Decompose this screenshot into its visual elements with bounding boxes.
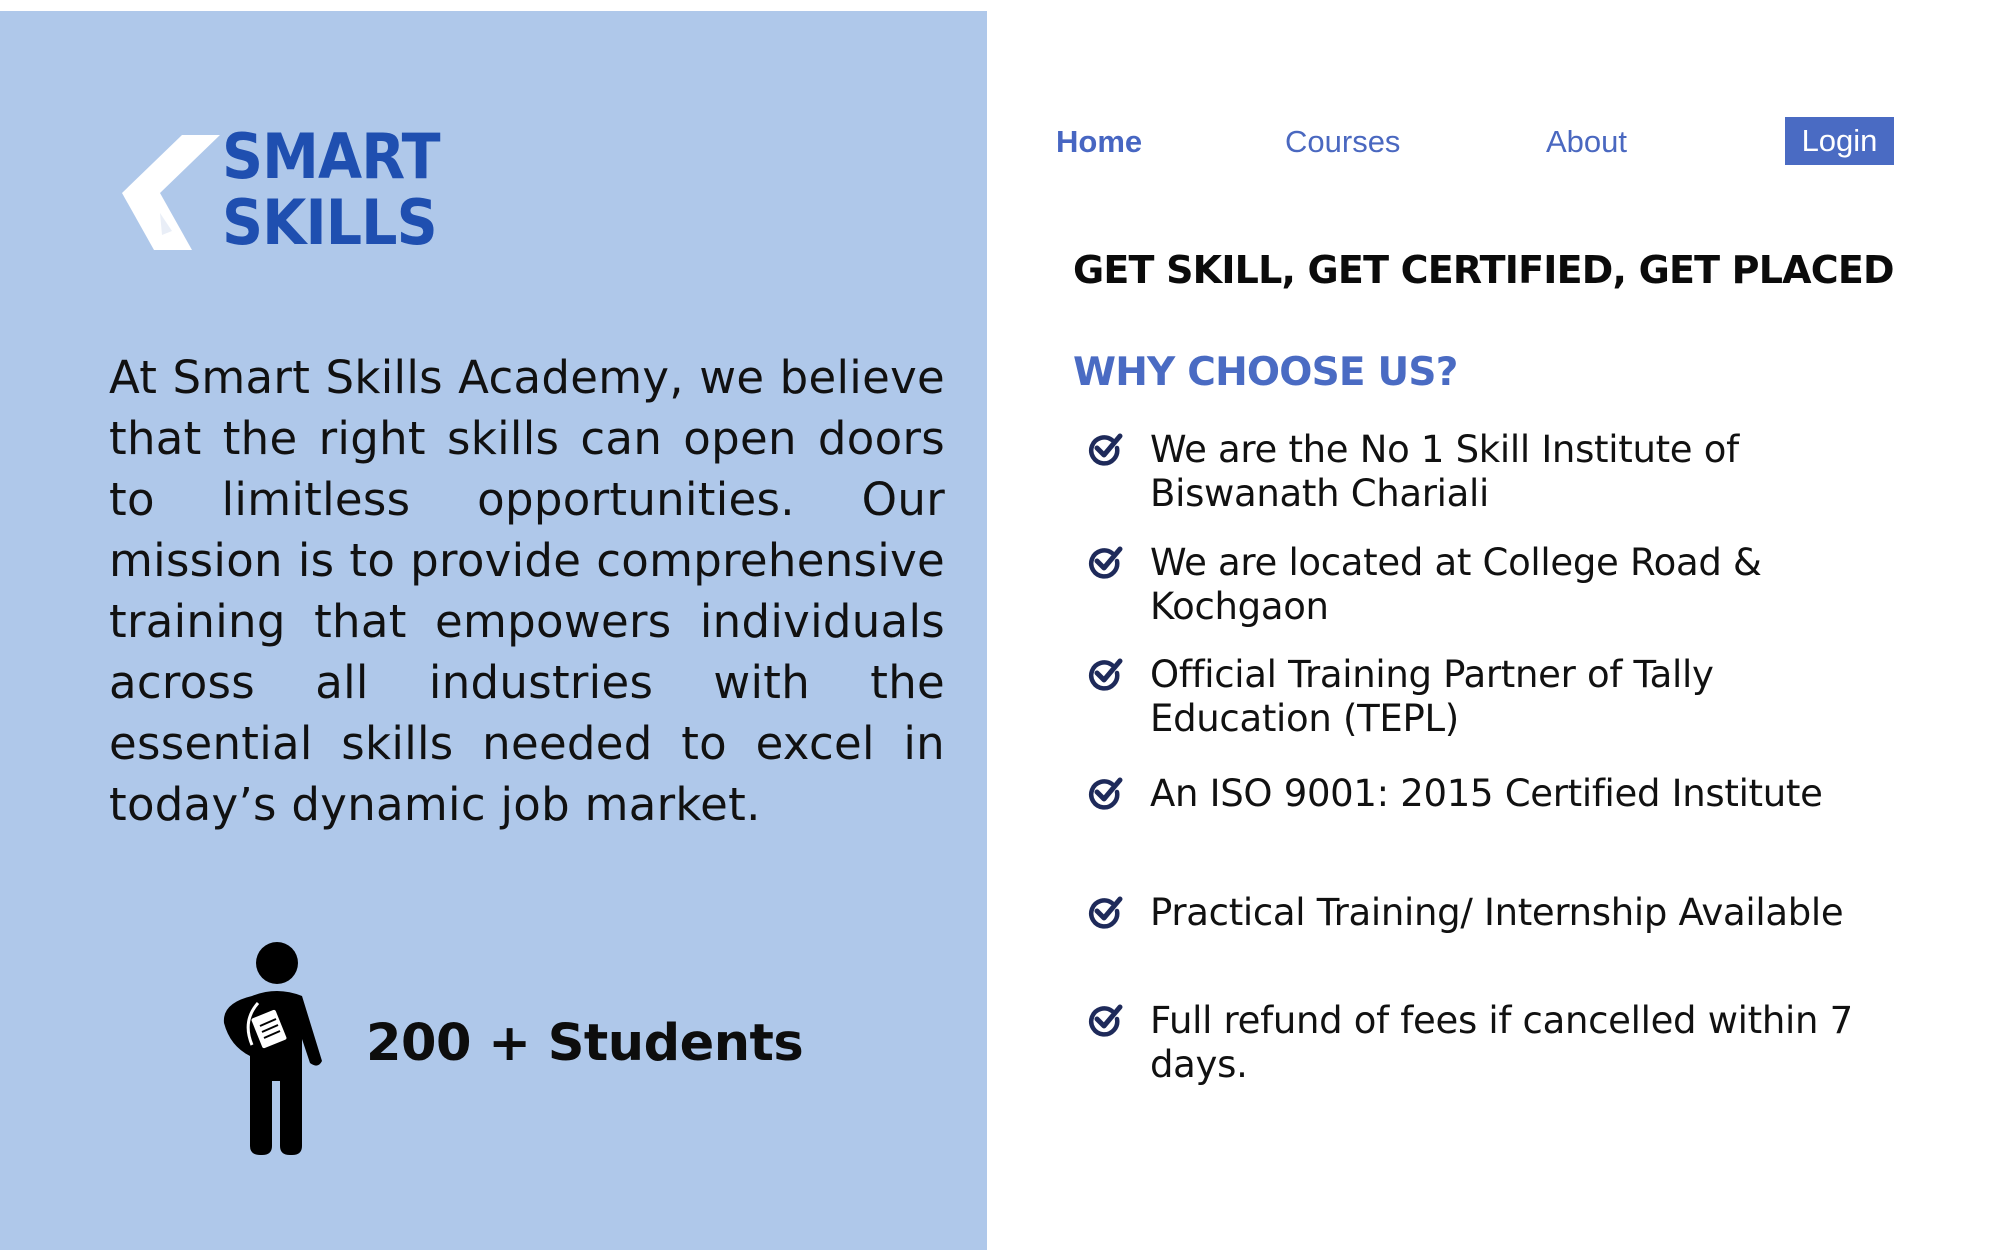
- check-circle-icon: [1089, 546, 1123, 579]
- logo-line-2: SKILLS: [222, 186, 438, 259]
- tagline: GET SKILL, GET CERTIFIED, GET PLACED: [1073, 248, 1895, 292]
- check-circle-icon: [1089, 777, 1123, 810]
- feature-text: An ISO 9001: 2015 Certified Institute: [1150, 772, 1823, 815]
- left-panel: SMART SKILLS At Smart Skills Academy, we…: [0, 11, 987, 1250]
- why-choose-us-heading: WHY CHOOSE US?: [1073, 350, 1458, 395]
- feature-text: Full refund of fees if cancelled within …: [1150, 999, 1853, 1086]
- nav-courses-link[interactable]: Courses: [1285, 124, 1400, 160]
- students-count: 200 + Students: [366, 1014, 804, 1073]
- check-circle-icon: [1089, 433, 1123, 466]
- feature-text: We are located at College Road & Kochgao…: [1150, 541, 1762, 628]
- nav-home-link[interactable]: Home: [1056, 124, 1142, 160]
- check-circle-icon: [1089, 1004, 1123, 1037]
- check-circle-icon: [1089, 658, 1123, 691]
- check-circle-icon: [1089, 896, 1123, 929]
- feature-text: Practical Training/ Internship Available: [1150, 891, 1844, 934]
- student-icon: [223, 942, 322, 1155]
- feature-text: We are the No 1 Skill Institute of Biswa…: [1150, 428, 1739, 515]
- feature-text: Official Training Partner of Tally Educa…: [1150, 653, 1714, 740]
- nav-about-link[interactable]: About: [1546, 124, 1627, 160]
- login-button[interactable]: Login: [1785, 117, 1894, 165]
- top-nav: Home Courses About Login: [0, 116, 2000, 166]
- mission-statement: At Smart Skills Academy, we believe that…: [109, 351, 945, 831]
